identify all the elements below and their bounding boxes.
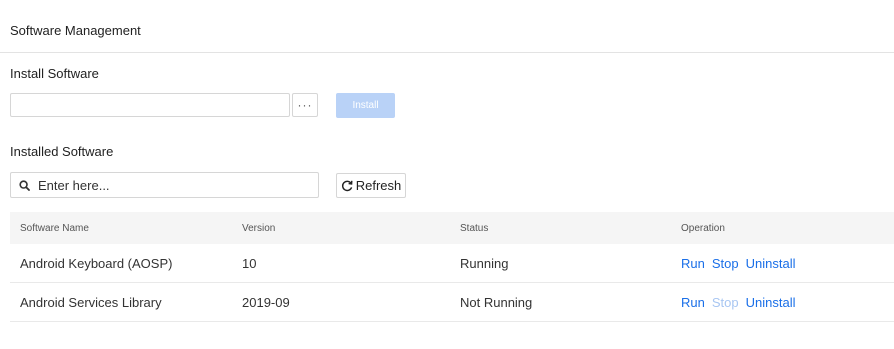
header-divider (0, 52, 894, 53)
table-row: Android Services Library 2019-09 Not Run… (10, 283, 894, 322)
software-name: Android Services Library (20, 294, 162, 310)
uninstall-button[interactable]: Uninstall (746, 256, 796, 271)
file-path-input[interactable] (10, 93, 290, 117)
installed-section-title: Installed Software (10, 144, 114, 159)
column-header-name: Software Name (20, 222, 89, 234)
search-icon (19, 179, 30, 191)
refresh-icon (341, 180, 353, 191)
uninstall-button[interactable]: Uninstall (746, 295, 796, 310)
software-status: Not Running (460, 294, 533, 310)
refresh-button[interactable]: Refresh (336, 173, 406, 198)
software-name: Android Keyboard (AOSP) (20, 255, 173, 271)
stop-button[interactable]: Stop (712, 256, 739, 271)
run-button[interactable]: Run (681, 295, 705, 310)
page-title: Software Management (10, 23, 141, 38)
browse-button[interactable]: ··· (292, 93, 318, 117)
install-button[interactable]: Install (336, 93, 395, 118)
stop-button[interactable]: Stop (712, 295, 739, 310)
table-row: Android Keyboard (AOSP) 10 Running Run S… (10, 244, 894, 283)
run-button[interactable]: Run (681, 256, 705, 271)
software-table: Software Name Version Status Operation A… (10, 212, 894, 322)
column-header-operation: Operation (681, 222, 725, 234)
table-header: Software Name Version Status Operation (10, 212, 894, 244)
search-input[interactable] (38, 177, 298, 193)
install-section-title: Install Software (10, 66, 99, 81)
operation-group: Run Stop Uninstall (681, 295, 795, 310)
column-header-version: Version (242, 222, 276, 234)
software-version: 10 (242, 255, 257, 271)
refresh-label: Refresh (355, 178, 402, 193)
search-box[interactable] (10, 172, 319, 198)
software-status: Running (460, 255, 509, 271)
column-header-status: Status (460, 222, 489, 234)
operation-group: Run Stop Uninstall (681, 256, 795, 271)
software-version: 2019-09 (242, 294, 290, 310)
